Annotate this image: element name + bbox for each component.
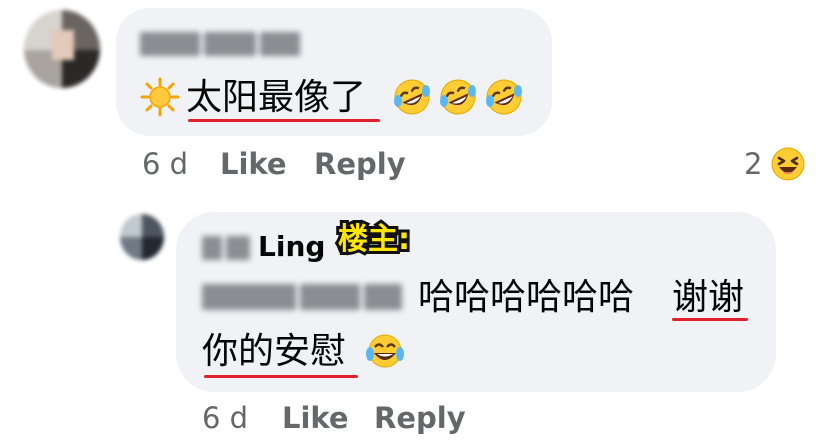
reply-button[interactable]: Reply xyxy=(314,146,406,182)
rolling-laughing-icon xyxy=(392,77,432,117)
commenter-name-blurred[interactable] xyxy=(140,32,310,56)
replier-avatar[interactable] xyxy=(120,214,164,260)
replier-name[interactable]: Ling xyxy=(258,230,325,264)
reply-text-thanks: 谢谢 xyxy=(672,277,745,318)
rolling-laughing-icon xyxy=(438,77,478,117)
reply-text-line1: 哈哈哈哈哈哈 xyxy=(418,277,635,318)
tears-of-joy-icon xyxy=(364,332,406,372)
comfort-underline xyxy=(204,375,358,378)
reply-like-button[interactable]: Like xyxy=(282,400,349,436)
laughing-reaction-icon[interactable] xyxy=(770,146,806,182)
comment-text: 太阳最像了 xyxy=(186,77,367,118)
reply-time[interactable]: 6 d xyxy=(202,400,248,436)
thanks-underline xyxy=(672,318,748,321)
reply-actions: 6 d Like Reply xyxy=(0,400,828,440)
owner-tag: 楼主: xyxy=(335,219,413,260)
comment-time[interactable]: 6 d xyxy=(142,146,188,182)
reaction-count[interactable]: 2 xyxy=(744,146,762,182)
mention-blurred[interactable] xyxy=(202,284,406,310)
replier-name-blurred[interactable] xyxy=(202,236,252,260)
reply-text-line2: 你的安慰 xyxy=(202,331,347,372)
reply-reply-button[interactable]: Reply xyxy=(374,400,466,436)
rolling-laughing-icon xyxy=(484,77,524,117)
commenter-avatar[interactable] xyxy=(24,10,100,88)
sun-icon xyxy=(140,77,180,117)
like-button[interactable]: Like xyxy=(220,146,287,182)
comment-actions: 6 d Like Reply 2 xyxy=(0,146,828,186)
comment-underline xyxy=(188,119,380,122)
